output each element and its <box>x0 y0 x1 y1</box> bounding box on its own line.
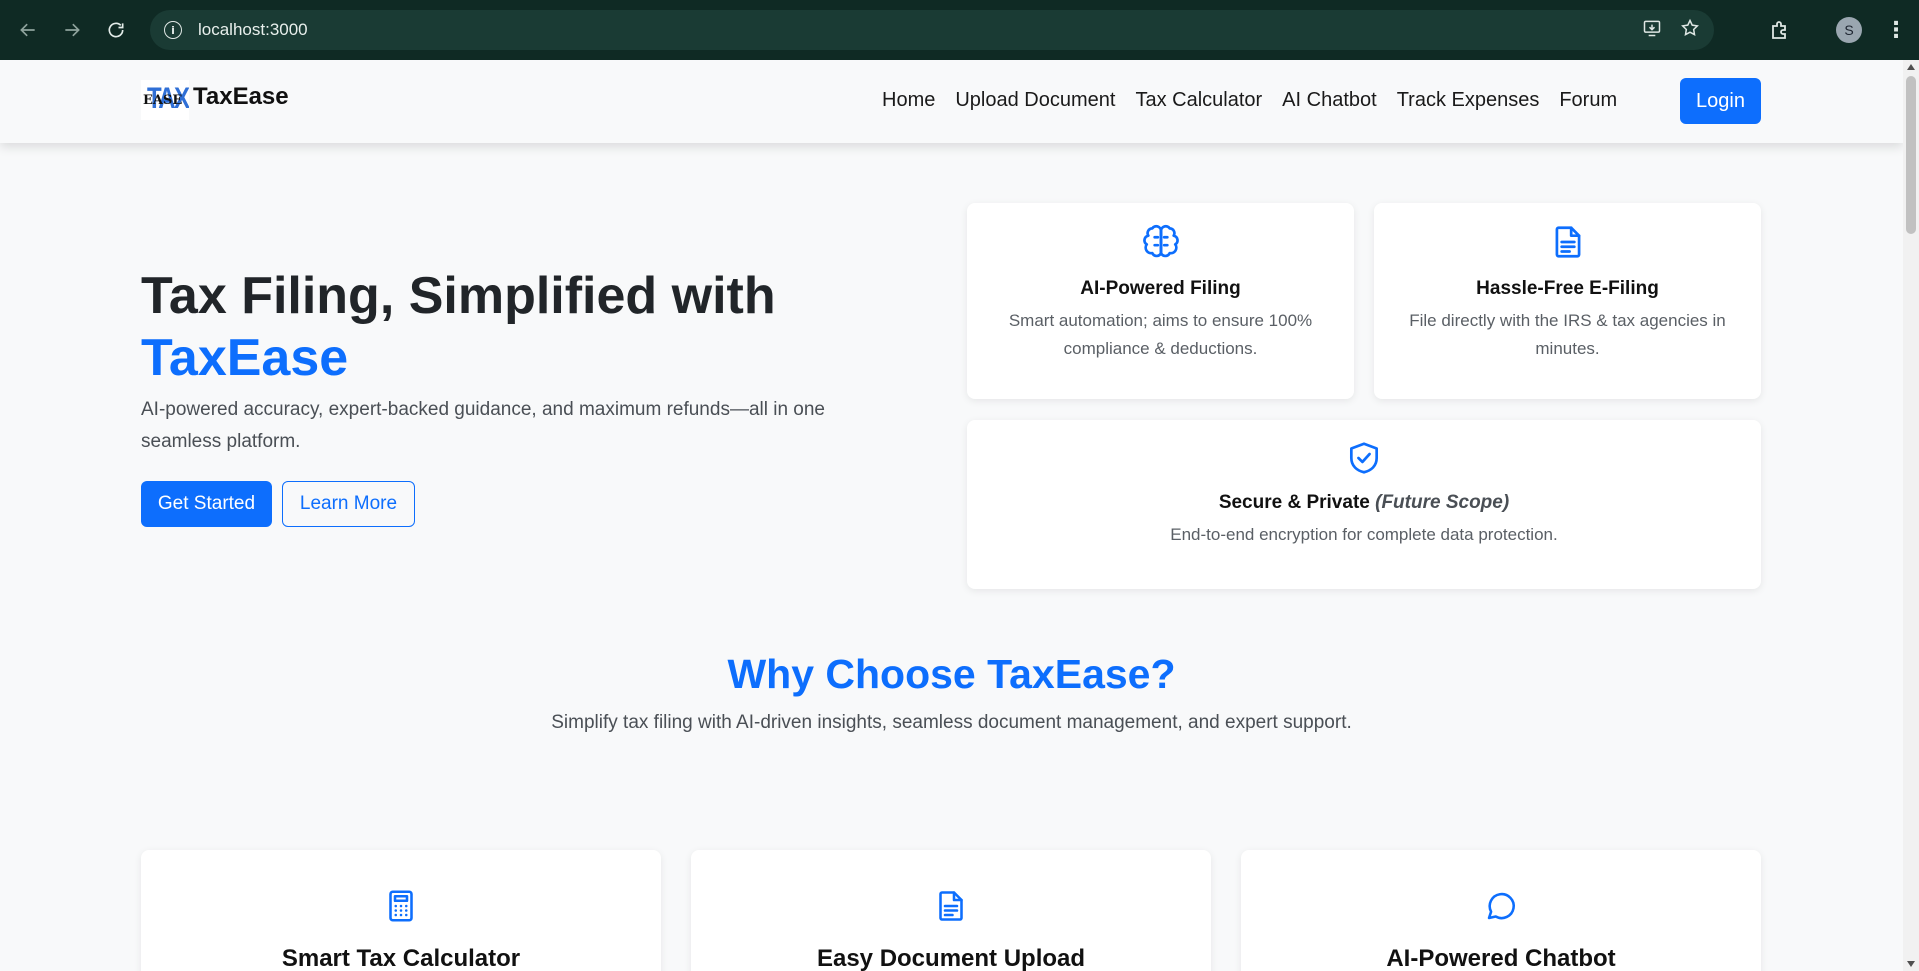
address-url[interactable]: localhost:3000 <box>198 20 308 40</box>
page-viewport: TAX EASE TaxEase Home Upload Document Ta… <box>0 60 1903 971</box>
brand-link[interactable]: TAX EASE TaxEase <box>141 80 289 120</box>
calculator-icon <box>383 888 419 929</box>
browser-menu-icon[interactable]: ⋮ <box>1884 17 1908 42</box>
brand-logo-ease-text: EASE <box>143 93 183 108</box>
site-info-icon[interactable]: i <box>164 21 182 39</box>
main-nav: Home Upload Document Tax Calculator AI C… <box>872 88 1627 112</box>
nav-forum[interactable]: Forum <box>1549 88 1627 112</box>
feature-card-title: AI-Powered Chatbot <box>1386 945 1616 971</box>
hero-card-e-filing: Hassle-Free E-Filing File directly with … <box>1374 203 1761 399</box>
hero-card-title: Hassle-Free E-Filing <box>1476 278 1659 299</box>
site-header: TAX EASE TaxEase Home Upload Document Ta… <box>0 60 1903 143</box>
feature-card-tax-calculator: Smart Tax Calculator <box>141 850 661 971</box>
chat-bubble-icon <box>1483 888 1519 929</box>
nav-home[interactable]: Home <box>872 88 945 112</box>
scroll-up-arrow-icon[interactable] <box>1907 64 1915 70</box>
hero-card-desc: End-to-end encryption for complete data … <box>1170 525 1558 544</box>
browser-toolbar: i localhost:3000 S ⋮ <box>0 0 1919 60</box>
feature-card-title: Smart Tax Calculator <box>281 945 521 971</box>
install-app-icon[interactable] <box>1642 18 1662 43</box>
hero-card-desc: Smart automation; aims to ensure 100% co… <box>1008 311 1313 358</box>
hero-card-secure: Secure & Private (Future Scope) End-to-e… <box>967 420 1761 589</box>
brain-icon <box>1142 223 1180 266</box>
document-icon <box>933 888 969 929</box>
brand-name: TaxEase <box>193 83 289 110</box>
hero-card-title-text: Secure & Private <box>1218 492 1370 513</box>
hero-title-accent: TaxEase <box>141 329 349 387</box>
document-icon <box>1549 223 1587 266</box>
hero-card-ai-filing: AI-Powered Filing Smart automation; aims… <box>967 203 1354 399</box>
profile-avatar[interactable]: S <box>1836 17 1862 43</box>
hero-card-title: Secure & Private (Future Scope) <box>967 492 1761 514</box>
hero-card-title: AI-Powered Filing <box>1080 278 1241 299</box>
learn-more-button[interactable]: Learn More <box>282 481 415 527</box>
back-icon[interactable] <box>6 8 50 52</box>
nav-upload-document[interactable]: Upload Document <box>945 88 1125 112</box>
feature-card-document-upload: Easy Document Upload <box>691 850 1211 971</box>
forward-icon[interactable] <box>50 8 94 52</box>
get-started-button[interactable]: Get Started <box>141 481 272 527</box>
bookmark-star-icon[interactable] <box>1680 18 1700 43</box>
shield-check-icon <box>1345 439 1383 482</box>
why-section-title: Why Choose TaxEase? <box>727 651 1176 697</box>
nav-track-expenses[interactable]: Track Expenses <box>1387 88 1550 112</box>
nav-ai-chatbot[interactable]: AI Chatbot <box>1272 88 1387 112</box>
nav-tax-calculator[interactable]: Tax Calculator <box>1125 88 1272 112</box>
reload-icon[interactable] <box>94 8 138 52</box>
extensions-puzzle-icon[interactable] <box>1768 18 1792 42</box>
scroll-down-arrow-icon[interactable] <box>1907 961 1915 967</box>
hero-title: Tax Filing, Simplified with TaxEase <box>141 265 776 389</box>
hero-card-desc: File directly with the IRS & tax agencie… <box>1409 311 1726 358</box>
hero-subtitle: AI-powered accuracy, expert-backed guida… <box>141 399 825 452</box>
address-bar[interactable]: i localhost:3000 <box>150 10 1714 50</box>
feature-card-chatbot: AI-Powered Chatbot <box>1241 850 1761 971</box>
login-button[interactable]: Login <box>1680 78 1761 124</box>
brand-logo: TAX EASE <box>141 80 189 120</box>
scrollbar-thumb[interactable] <box>1906 76 1916 234</box>
feature-card-title: Easy Document Upload <box>816 945 1086 971</box>
hero-title-line1: Tax Filing, Simplified with <box>141 267 776 325</box>
page-scrollbar[interactable] <box>1903 60 1919 971</box>
why-section-subtitle: Simplify tax filing with AI-driven insig… <box>551 712 1352 733</box>
future-scope-note: (Future Scope) <box>1375 492 1510 513</box>
